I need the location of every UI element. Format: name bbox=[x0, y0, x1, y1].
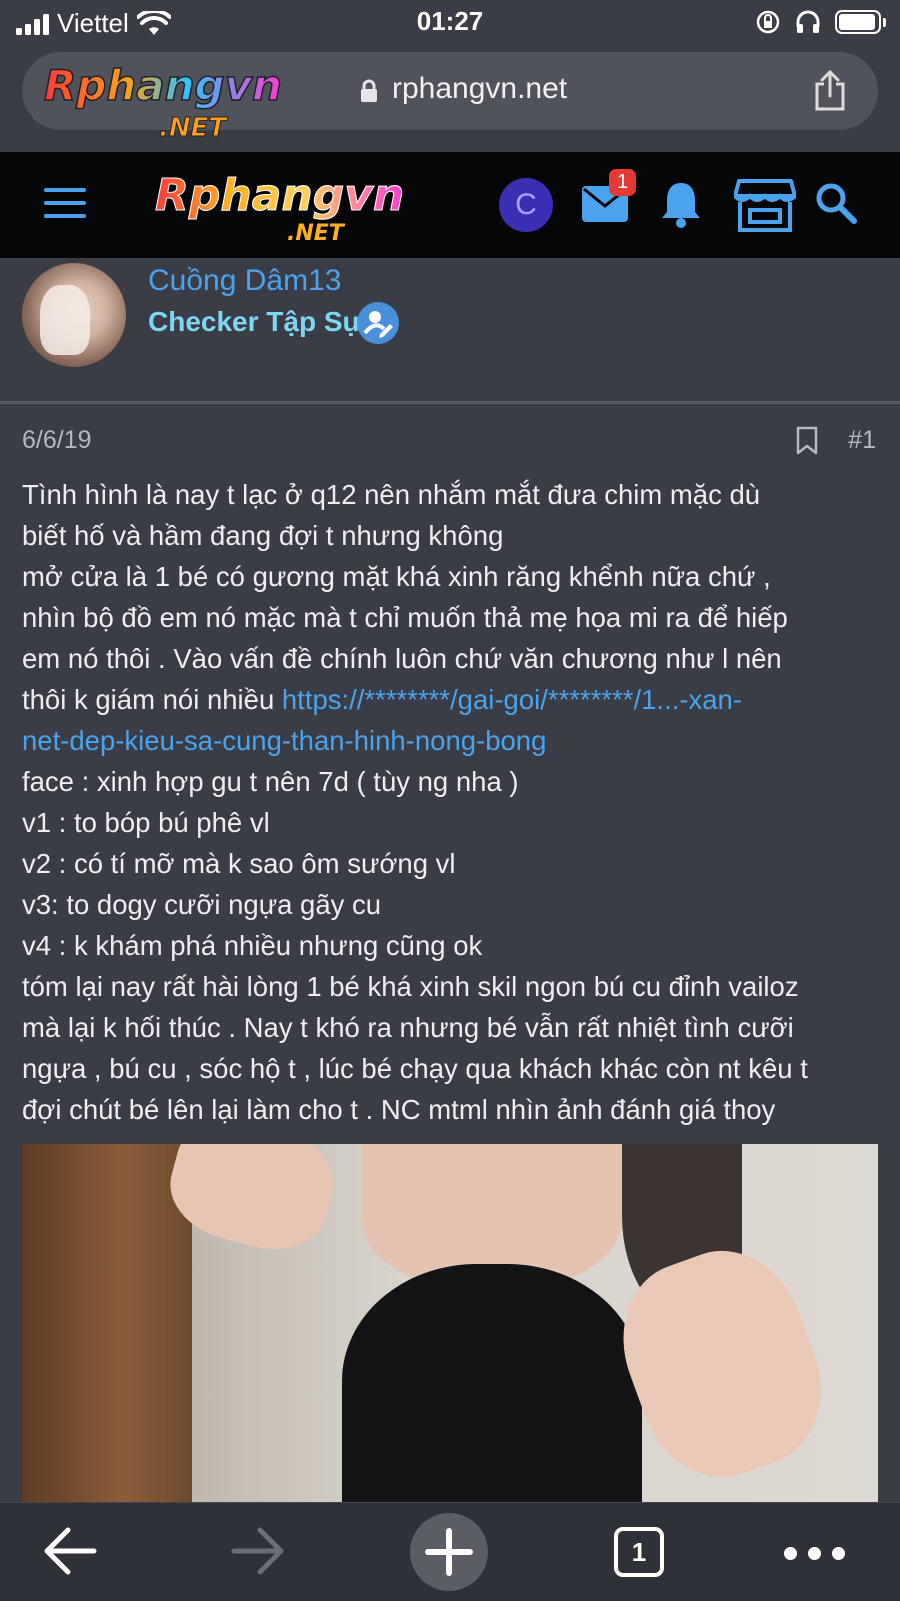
image-door-area bbox=[22, 1144, 192, 1506]
post-image[interactable] bbox=[22, 1144, 878, 1506]
author-avatar[interactable] bbox=[22, 263, 126, 367]
text-line: biết hố và hầm đang đợi t nhưng không bbox=[22, 520, 504, 551]
site-favicon-logo: Rphangvn .NET bbox=[44, 60, 283, 140]
text-line: v3: to dogy cưỡi ngựa gãy cu bbox=[22, 889, 382, 920]
author-title: Checker Tập Sự bbox=[148, 306, 363, 337]
text-line: v1 : to bóp bú phê vl bbox=[22, 807, 270, 838]
rotation-lock-icon bbox=[756, 10, 780, 34]
svg-text:.NET: .NET bbox=[287, 221, 346, 246]
text-line: v2 : có tí mỡ mà k sao ôm sướng vl bbox=[22, 848, 456, 879]
post-body: 6/6/19 #1 Tình hình là nay t lạc ở q12 n… bbox=[0, 404, 900, 1506]
inbox-badge: 1 bbox=[609, 169, 636, 196]
back-arrow-icon[interactable] bbox=[42, 1525, 98, 1577]
tab-switcher-button[interactable]: 1 bbox=[614, 1527, 664, 1577]
text-line: ngựa , bú cu , sóc hộ t , lúc bé chạy qu… bbox=[22, 1053, 808, 1084]
author-name[interactable]: Cuồng Dâm13 bbox=[148, 264, 341, 298]
post-author-block: Cuồng Dâm13 Checker Tập Sự bbox=[0, 258, 900, 404]
store-icon[interactable] bbox=[734, 178, 796, 232]
text-line: mở cửa là 1 bé có gương mặt khá xinh răn… bbox=[22, 561, 771, 592]
text-line: đợi chút bé lên lại làm cho t . NC mtml … bbox=[22, 1094, 776, 1125]
post-date[interactable]: 6/6/19 bbox=[22, 426, 92, 455]
browser-chrome: Rphangvn .NET rphangvn.net bbox=[0, 46, 900, 152]
account-avatar[interactable]: C bbox=[499, 178, 553, 232]
search-icon[interactable] bbox=[815, 182, 857, 224]
bell-icon[interactable] bbox=[660, 180, 702, 228]
status-right bbox=[755, 9, 886, 35]
status-bar: Viettel 01:27 bbox=[0, 0, 900, 46]
text-line: Tình hình là nay t lạc ở q12 nên nhắm mắ… bbox=[22, 479, 761, 510]
post-content: Tình hình là nay t lạc ở q12 nên nhắm mắ… bbox=[22, 474, 882, 1130]
post-link-continued[interactable]: net-dep-kieu-sa-cung-than-hinh-nong-bong bbox=[22, 725, 546, 756]
browser-toolbar: 1 bbox=[0, 1502, 900, 1601]
text-before-link: thôi k giám nói nhiều bbox=[22, 684, 282, 715]
text-line: net-dep-kieu-sa-cung-than-hinh-nong-bong bbox=[22, 720, 882, 761]
post-link[interactable]: https://********/gai-goi/********/1...-x… bbox=[282, 684, 742, 715]
headphones-icon bbox=[796, 10, 820, 33]
svg-text:.NET: .NET bbox=[159, 113, 228, 140]
text-line: em nó thôi . Vào vấn đề chính luôn chứ v… bbox=[22, 643, 782, 674]
svg-text:Rphangvn: Rphangvn bbox=[155, 170, 404, 221]
lock-icon bbox=[361, 79, 377, 102]
forward-arrow-icon[interactable] bbox=[230, 1525, 286, 1577]
site-logo[interactable]: Rphangvn .NET bbox=[155, 166, 415, 247]
address-bar[interactable]: Rphangvn .NET rphangvn.net bbox=[22, 52, 878, 140]
text-line: tóm lại nay rất hài lòng 1 bé khá xinh s… bbox=[22, 971, 799, 1002]
plus-icon bbox=[425, 1528, 473, 1576]
rank-badge-icon bbox=[357, 302, 399, 344]
new-tab-button[interactable] bbox=[410, 1513, 488, 1591]
post-number[interactable]: #1 bbox=[848, 426, 876, 455]
battery-cap bbox=[883, 17, 886, 27]
text-line: v4 : k khám phá nhiều nhưng cũng ok bbox=[22, 930, 483, 961]
menu-icon[interactable] bbox=[44, 188, 86, 227]
text-line: nhìn bộ đồ em nó mặc mà t chỉ muốn thả m… bbox=[22, 602, 788, 633]
text-line: mà lại k hối thúc . Nay t khó ra nhưng b… bbox=[22, 1012, 794, 1043]
text-line: face : xinh hợp gu t nên 7d ( tùy ng nha… bbox=[22, 766, 519, 797]
svg-text:Rphangvn: Rphangvn bbox=[44, 61, 282, 110]
image-dress-area bbox=[342, 1264, 642, 1506]
share-icon[interactable] bbox=[812, 70, 848, 112]
more-menu-icon[interactable] bbox=[784, 1547, 845, 1560]
site-header: Rphangvn .NET C 1 bbox=[0, 152, 900, 258]
battery-icon bbox=[835, 10, 881, 34]
bookmark-icon[interactable] bbox=[795, 426, 819, 456]
url-text[interactable]: rphangvn.net bbox=[392, 72, 567, 106]
text-line-with-link: thôi k giám nói nhiều https://********/g… bbox=[22, 679, 882, 720]
